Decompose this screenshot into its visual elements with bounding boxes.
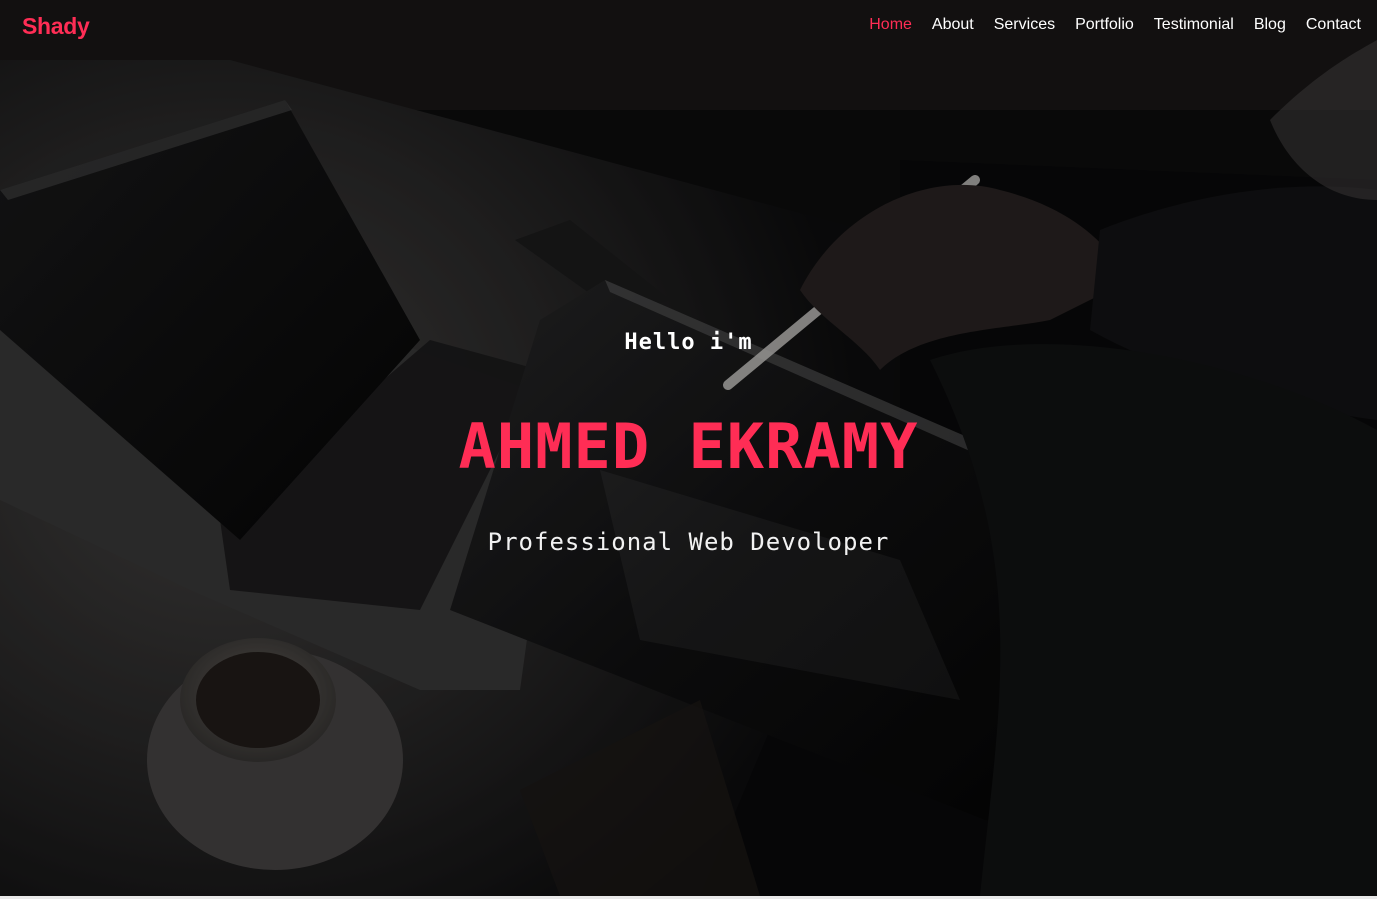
nav-link-services[interactable]: Services: [994, 16, 1055, 34]
nav-link-contact[interactable]: Contact: [1306, 16, 1361, 34]
nav-link-blog[interactable]: Blog: [1254, 16, 1286, 34]
hero-role: Professional Web Devoloper: [487, 528, 890, 556]
nav-links: Home About Services Portfolio Testimonia…: [869, 16, 1361, 34]
hero-greeting: Hello i'm: [624, 330, 753, 355]
nav-link-testimonial[interactable]: Testimonial: [1154, 16, 1234, 34]
hero-section: Shady Home About Services Portfolio Test…: [0, 0, 1377, 896]
nav-link-about[interactable]: About: [932, 16, 974, 34]
nav-link-portfolio[interactable]: Portfolio: [1075, 16, 1134, 34]
hero-name: AHMED EKRAMY: [458, 410, 919, 483]
nav-link-home[interactable]: Home: [869, 16, 912, 34]
brand-logo[interactable]: Shady: [22, 13, 90, 40]
top-navbar: Shady Home About Services Portfolio Test…: [0, 0, 1377, 56]
